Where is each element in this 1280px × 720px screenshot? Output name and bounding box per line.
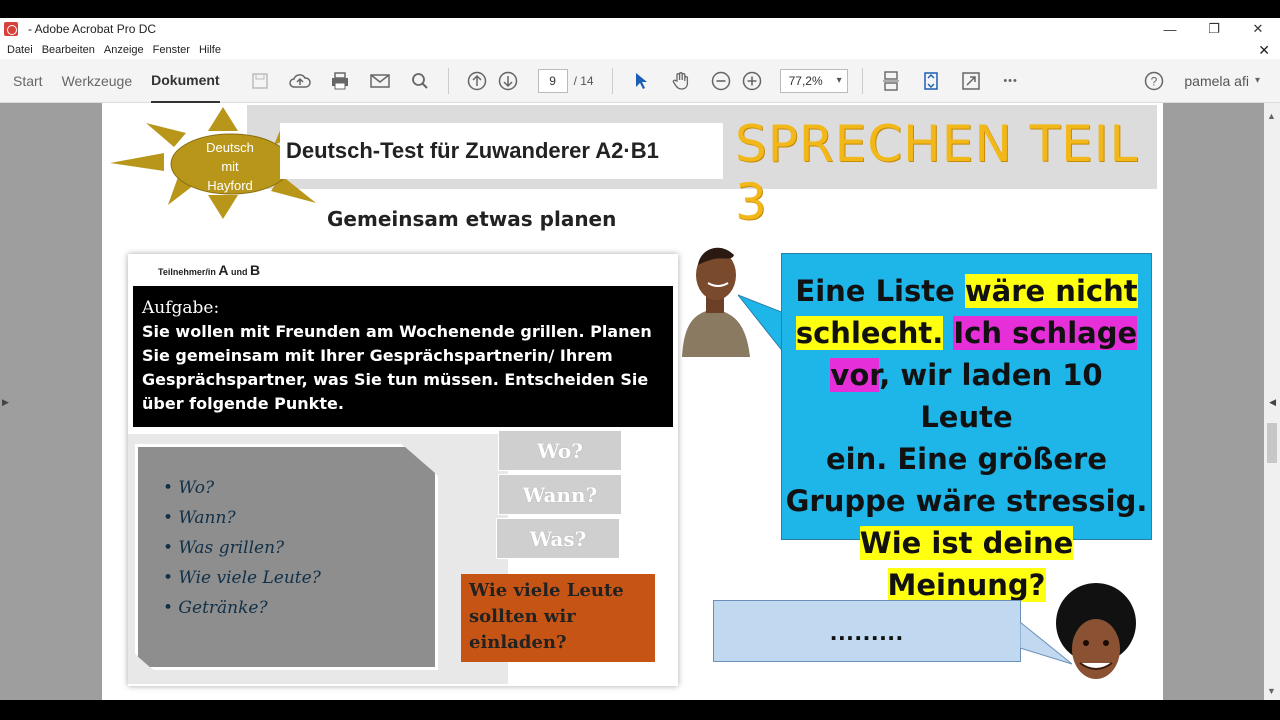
previous-page-icon[interactable] [466,70,488,92]
upload-cloud-icon[interactable] [288,70,311,92]
toolbar: Start Werkzeuge Dokument 9 / 14 77,2% ••… [0,59,1280,103]
menu-fenster[interactable]: Fenster [153,44,190,56]
participants-label: Teilnehmer/in A und B [158,262,260,278]
bubble-text: Eine Liste [795,274,965,308]
bubble-line-1: Eine Liste wäre nicht [782,270,1151,312]
hand-tool-icon[interactable] [670,70,692,92]
reply-bubble: ......... [713,600,1021,662]
more-tools-icon[interactable]: ••• [1000,70,1022,92]
bubble-text: , wir laden 10 Leute [879,358,1103,434]
bubble-line-4: ein. Eine größere [825,442,1107,476]
tab-werkzeuge[interactable]: Werkzeuge [62,59,133,103]
note-item: • Wie viele Leute? [163,568,321,588]
zoom-in-icon[interactable] [741,70,763,92]
participant-b: B [250,262,261,278]
tab-start[interactable]: Start [13,59,43,103]
task-box: Aufgabe: Sie wollen mit Freunden am Woch… [133,286,673,427]
note-item: • Getränke? [163,598,268,618]
window-title: - Adobe Acrobat Pro DC [28,22,157,36]
print-icon[interactable] [329,70,351,92]
acrobat-icon [4,22,18,36]
question-wo: Wo? [498,430,622,471]
close-document-icon[interactable]: ✕ [1258,42,1270,59]
title-bar: - Adobe Acrobat Pro DC — ❐ ✕ [0,18,1280,40]
toolbar-separator [447,67,449,94]
menu-anzeige[interactable]: Anzeige [104,44,144,56]
toolbar-separator [861,67,863,94]
scroll-mode-icon[interactable] [880,70,902,92]
note-item: • Wo? [163,478,215,498]
toolbar-separator [611,67,613,94]
participants-and: und [231,267,248,277]
speaker-avatar-b [1056,583,1136,679]
bubble-highlight-yellow: Wie ist deine Meinung? [859,526,1074,602]
scrollbar-thumb[interactable] [1267,423,1277,463]
menu-bar: Datei Bearbeiten Anzeige Fenster Hilfe ✕ [0,40,1280,59]
right-panel-toggle-icon[interactable]: ◀ [1269,397,1276,408]
logo-line-2: mit [221,159,239,174]
task-body: Sie wollen mit Freunden am Wochenende gr… [142,322,652,413]
full-screen-icon[interactable] [960,70,982,92]
restore-button[interactable]: ❐ [1192,18,1236,40]
note-item: • Wann? [163,508,236,528]
screen-top-border [0,0,1280,18]
page-total: / 14 [573,73,594,88]
document-title: Deutsch-Test für Zuwanderer A2·B1 [280,123,723,179]
logo-text: Deutsch mit Hayford [191,138,269,195]
note-item: • Was grillen? [163,538,285,558]
menu-hilfe[interactable]: Hilfe [199,44,221,56]
zoom-out-icon[interactable] [710,70,732,92]
scroll-up-icon[interactable]: ▲ [1267,111,1276,121]
zoom-select[interactable]: 77,2% [779,68,848,93]
close-button[interactable]: ✕ [1236,18,1280,40]
menu-datei[interactable]: Datei [7,44,33,56]
next-page-icon[interactable] [497,70,519,92]
participant-a: A [218,262,229,278]
menu-bearbeiten[interactable]: Bearbeiten [42,44,95,56]
speech-bubble: Eine Liste wäre nicht schlecht. Ich schl… [781,253,1152,602]
question-wann: Wann? [498,474,622,515]
window-controls: — ❐ ✕ [1148,18,1280,40]
bubble-highlight-magenta: Ich schlage [953,316,1138,350]
fit-page-icon[interactable] [920,70,942,92]
user-account[interactable]: pamela afi [1184,73,1249,89]
section-subtitle: Gemeinsam etwas planen [327,207,617,231]
document-viewer[interactable]: ▶ Deutsch mit Hayford Deutsch-Test für Z… [0,103,1280,700]
question-was: Was? [496,518,620,559]
bubble-line-3: vor, wir laden 10 Leute [782,354,1151,438]
logo-line-3: Hayford [207,178,253,193]
select-cursor-icon[interactable] [630,70,652,92]
minimize-button[interactable]: — [1148,18,1192,40]
speech-bubble-tail [738,294,784,354]
guest-count-question: Wie viele Leute sollten wir einladen? [461,574,655,662]
bubble-highlight-yellow: schlecht. [795,316,944,350]
task-card: Teilnehmer/in A und B Aufgabe: Sie wolle… [128,254,678,686]
page-number-input[interactable]: 9 [537,68,568,93]
bubble-line-2: schlecht. Ich schlage [782,312,1151,354]
bubble-line-5: Gruppe wäre stressig. [785,484,1148,518]
tab-dokument[interactable]: Dokument [151,59,220,103]
mail-icon[interactable] [369,70,391,92]
user-menu-chevron-icon[interactable]: ▾ [1255,75,1260,86]
screen-bottom-border [0,700,1280,720]
section-title: SPRECHEN TEIL 3 [735,115,1139,231]
bubble-highlight-magenta: vor [830,358,880,392]
search-icon[interactable] [409,70,431,92]
task-heading: Aufgabe: [142,298,220,318]
svg-text:?: ? [1151,74,1158,88]
participants-prefix: Teilnehmer/in [158,267,216,277]
notes-list: • Wo? • Wann? • Was grillen? • Wie viele… [163,473,321,623]
notepad-image: • Wo? • Wann? • Was grillen? • Wie viele… [135,444,438,670]
help-icon[interactable]: ? [1143,70,1165,92]
left-panel-toggle-icon[interactable]: ▶ [2,397,9,408]
bubble-highlight-yellow: wäre nicht [964,274,1138,308]
scroll-down-icon[interactable]: ▼ [1267,686,1276,696]
logo-line-1: Deutsch [206,140,254,155]
pdf-page: Deutsch mit Hayford Deutsch-Test für Zuw… [102,103,1163,700]
save-icon[interactable] [249,70,271,92]
